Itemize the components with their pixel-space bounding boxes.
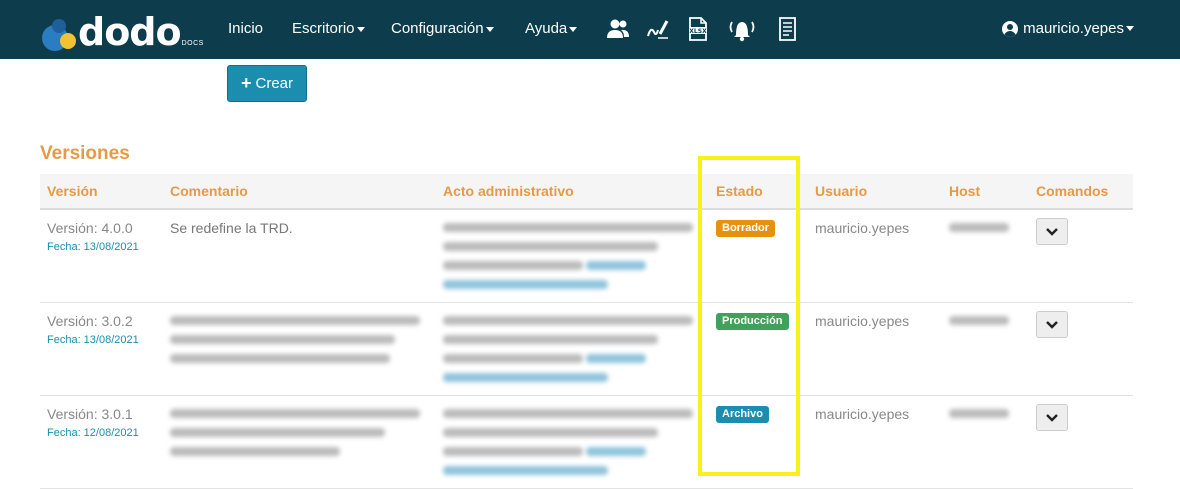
redacted-comment xyxy=(170,354,390,363)
user-text: mauricio.yepes xyxy=(815,313,910,329)
chevron-down-icon xyxy=(1046,413,1058,422)
user-menu[interactable]: mauricio.yepes xyxy=(1002,20,1134,37)
caret-down-icon xyxy=(569,26,578,32)
redacted-text xyxy=(443,261,583,270)
document-list-icon[interactable] xyxy=(775,16,799,42)
caret-down-icon xyxy=(1126,26,1134,31)
version-number: Versión: 3.0.2 xyxy=(47,313,133,329)
nav-escritorio-label: Escritorio xyxy=(292,20,355,37)
redacted-text xyxy=(443,428,658,437)
nav-ayuda-label: Ayuda xyxy=(525,20,568,37)
caret-down-icon xyxy=(356,26,365,32)
table-row: Versión: 4.0.0 Fecha: 13/08/2021 Se rede… xyxy=(40,209,1133,303)
header-acto: Acto administrativo xyxy=(443,183,574,199)
version-number: Versión: 4.0.0 xyxy=(47,220,133,236)
plus-icon: + xyxy=(240,73,252,93)
user-text: mauricio.yepes xyxy=(815,220,910,236)
logo-text: dodo xyxy=(78,10,182,54)
bell-icon[interactable] xyxy=(727,16,757,42)
redacted-comment xyxy=(170,409,420,418)
signature-icon[interactable] xyxy=(646,16,670,42)
nav-configuracion-label: Configuración xyxy=(391,20,484,37)
user-avatar-icon xyxy=(1002,20,1019,37)
commands-dropdown-button[interactable] xyxy=(1036,311,1068,338)
dodo-docs-logo[interactable]: dodo DOCS xyxy=(40,11,204,51)
redacted-link xyxy=(443,373,608,382)
chevron-down-icon xyxy=(1046,320,1058,329)
user-text: mauricio.yepes xyxy=(815,406,910,422)
header-host: Host xyxy=(949,183,981,199)
svg-text:XLSX: XLSX xyxy=(689,28,707,35)
redacted-text xyxy=(443,316,693,325)
nav-ayuda[interactable]: Ayuda xyxy=(525,20,578,37)
nav-configuracion[interactable]: Configuración xyxy=(391,20,494,37)
redacted-comment xyxy=(170,335,395,344)
table-header: Versión Comentario Acto administrativo E… xyxy=(40,174,1133,210)
estado-column-highlight xyxy=(698,156,800,476)
version-number: Versión: 3.0.1 xyxy=(47,406,133,422)
redacted-link xyxy=(443,280,608,289)
redacted-text xyxy=(443,354,583,363)
commands-dropdown-button[interactable] xyxy=(1036,404,1068,431)
redacted-host xyxy=(949,316,1009,325)
redacted-text xyxy=(443,223,693,232)
redacted-host xyxy=(949,223,1009,232)
header-comandos: Comandos xyxy=(1036,183,1109,199)
redacted-text xyxy=(443,409,693,418)
header-comentario: Comentario xyxy=(170,183,248,199)
user-name: mauricio.yepes xyxy=(1023,20,1124,37)
redacted-text xyxy=(443,242,658,251)
redacted-comment xyxy=(170,428,385,437)
create-button-label: Crear xyxy=(255,75,294,92)
nav-escritorio[interactable]: Escritorio xyxy=(292,20,365,37)
version-date: Fecha: 12/08/2021 xyxy=(47,427,139,439)
redacted-text xyxy=(443,447,583,456)
redacted-comment xyxy=(170,447,340,456)
users-icon[interactable] xyxy=(606,16,630,42)
caret-down-icon xyxy=(485,26,494,32)
top-navbar: dodo DOCS Inicio Escritorio Configuració… xyxy=(0,0,1180,59)
table-row: Versión: 3.0.2 Fecha: 13/08/2021 Producc… xyxy=(40,302,1133,396)
redacted-comment xyxy=(170,316,420,325)
redacted-link xyxy=(586,354,646,363)
logo-mark-icon xyxy=(40,15,76,51)
version-date: Fecha: 13/08/2021 xyxy=(47,334,139,346)
redacted-link xyxy=(443,466,608,475)
nav-inicio[interactable]: Inicio xyxy=(228,20,263,37)
table-row: Versión: 3.0.1 Fecha: 12/08/2021 Archivo… xyxy=(40,395,1133,489)
create-button[interactable]: + Crear xyxy=(227,65,307,102)
version-date: Fecha: 13/08/2021 xyxy=(47,241,139,253)
section-title: Versiones xyxy=(40,143,130,164)
commands-dropdown-button[interactable] xyxy=(1036,218,1068,245)
comment-text: Se redefine la TRD. xyxy=(170,220,293,236)
chevron-down-icon xyxy=(1046,227,1058,236)
header-version: Versión xyxy=(47,183,98,199)
redacted-text xyxy=(443,335,658,344)
logo-subtext: DOCS xyxy=(181,40,204,47)
header-usuario: Usuario xyxy=(815,183,868,199)
redacted-link xyxy=(586,447,646,456)
redacted-link xyxy=(586,261,646,270)
xlsx-file-icon[interactable]: XLSX xyxy=(686,16,710,42)
redacted-host xyxy=(949,409,1009,418)
